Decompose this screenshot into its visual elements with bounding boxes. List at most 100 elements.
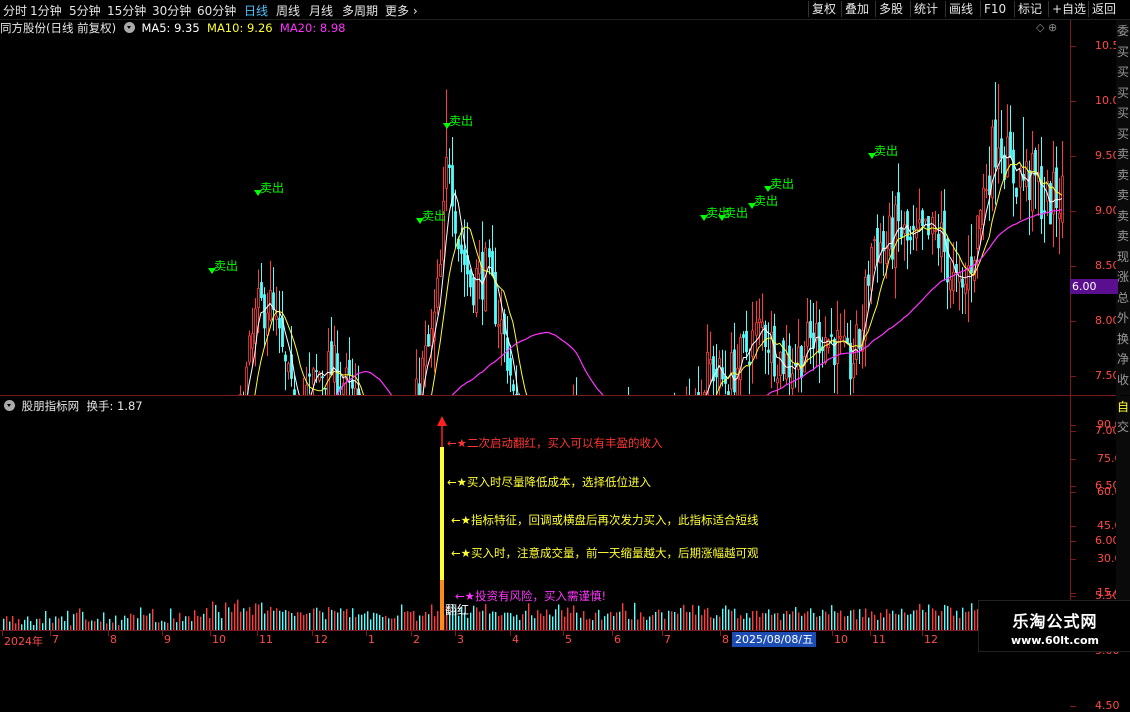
date-axis-label: 10 bbox=[212, 633, 226, 646]
volume-bar bbox=[410, 612, 411, 630]
volume-bar bbox=[346, 609, 347, 630]
candle-body bbox=[959, 273, 961, 282]
volume-bar bbox=[82, 612, 83, 630]
volume-bar bbox=[252, 615, 253, 630]
volume-bar bbox=[431, 604, 432, 630]
candle-body bbox=[355, 388, 357, 395]
sell-label: 卖出 bbox=[770, 177, 794, 191]
toolbar-button[interactable]: 叠加 bbox=[841, 1, 872, 17]
volume-bar bbox=[558, 604, 559, 630]
candle-body bbox=[977, 216, 979, 249]
volume-bar bbox=[847, 616, 848, 630]
period-tab[interactable]: 更多 › bbox=[385, 2, 418, 19]
volume-bar bbox=[516, 615, 517, 630]
candle-body bbox=[777, 379, 779, 383]
quote-side-panel[interactable]: 委买买买买买卖卖卖卖卖现涨总外换净收 bbox=[1116, 20, 1130, 395]
volume-bar bbox=[364, 613, 365, 630]
volume-bar bbox=[804, 613, 805, 630]
volume-bar bbox=[337, 613, 338, 630]
volume-bar bbox=[476, 607, 477, 630]
volume-bar bbox=[482, 611, 483, 630]
indicator-dropdown-icon[interactable] bbox=[124, 22, 135, 33]
candle-body bbox=[935, 230, 937, 231]
period-tab[interactable]: 5分钟 bbox=[69, 2, 101, 19]
volume-bar bbox=[874, 615, 875, 630]
volume-bar bbox=[783, 614, 784, 630]
period-tab[interactable]: 分时 bbox=[3, 2, 27, 19]
volume-bar bbox=[249, 607, 250, 630]
period-tab[interactable]: 月线 bbox=[309, 2, 333, 19]
volume-bar bbox=[106, 623, 107, 630]
candle-body bbox=[710, 359, 712, 363]
sell-label: 卖出 bbox=[754, 194, 778, 208]
volume-bar bbox=[458, 616, 459, 630]
volume-bar bbox=[55, 616, 56, 630]
date-axis-label: 3 bbox=[457, 633, 464, 646]
indicator-annotation: ←★指标特征，回调或横盘后再次发力买入，此指标适合短线 bbox=[451, 512, 758, 528]
toolbar-button[interactable]: 返回 bbox=[1088, 1, 1119, 17]
volume-bar bbox=[765, 613, 766, 630]
volume-bar bbox=[246, 611, 247, 630]
toolbar-button[interactable]: 多股 bbox=[875, 1, 906, 17]
date-axis-label: 7 bbox=[664, 633, 671, 646]
toolbar-button[interactable]: 标记 bbox=[1014, 1, 1045, 17]
period-tab[interactable]: 60分钟 bbox=[197, 2, 236, 19]
candle-body bbox=[932, 217, 934, 233]
candle-body bbox=[853, 364, 855, 378]
volume-bar bbox=[340, 608, 341, 630]
volume-bar bbox=[613, 616, 614, 630]
volume-bar bbox=[473, 606, 474, 630]
volume-bar bbox=[264, 614, 265, 630]
candle-body bbox=[971, 257, 973, 273]
pane-divider[interactable] bbox=[0, 395, 1116, 396]
volume-bar bbox=[932, 608, 933, 630]
volume-bar bbox=[825, 612, 826, 630]
sell-signal-marker: 卖出 bbox=[764, 177, 794, 192]
volume-bar bbox=[64, 621, 65, 630]
period-tab[interactable]: 周线 bbox=[276, 2, 300, 19]
volume-bar bbox=[570, 613, 571, 630]
candle-body bbox=[309, 374, 311, 376]
candle-body bbox=[1026, 162, 1028, 187]
volume-bar bbox=[322, 612, 323, 630]
volume-bar bbox=[728, 609, 729, 630]
volume-bar bbox=[273, 611, 274, 630]
indicator-annotation: ←★买入时，注意成交量，前一天缩量越大，后期涨幅越可观 bbox=[451, 545, 758, 561]
volume-bar bbox=[610, 612, 611, 630]
toolbar-button[interactable]: F10 bbox=[980, 1, 1009, 17]
candlestick-chart[interactable]: 卖出卖出卖出卖出卖出卖出卖出卖出卖出 bbox=[0, 36, 1070, 395]
volume-bar bbox=[537, 610, 538, 630]
date-axis-tick bbox=[257, 631, 258, 636]
volume-bar bbox=[197, 616, 198, 630]
volume-bar bbox=[913, 611, 914, 630]
volume-bar bbox=[194, 610, 195, 630]
toolbar-button[interactable]: 复权 bbox=[808, 1, 839, 17]
candle-body bbox=[962, 279, 964, 287]
sell-label: 卖出 bbox=[449, 114, 473, 128]
volume-bar bbox=[658, 610, 659, 630]
volume-bar bbox=[12, 616, 13, 630]
candle-body bbox=[874, 240, 876, 241]
toolbar-button[interactable]: 统计 bbox=[910, 1, 941, 17]
volume-bar bbox=[759, 617, 760, 630]
chart-option-icons[interactable]: ◇ ⊕ bbox=[1036, 21, 1057, 34]
period-tab[interactable]: 15分钟 bbox=[107, 2, 146, 19]
period-tab[interactable]: 30分钟 bbox=[152, 2, 191, 19]
period-tab[interactable]: 多周期 bbox=[342, 2, 378, 19]
period-tab[interactable]: 日线 bbox=[244, 2, 268, 19]
volume-bar bbox=[416, 621, 417, 630]
volume-bar bbox=[816, 617, 817, 630]
volume-bar bbox=[39, 619, 40, 630]
volume-bar bbox=[507, 613, 508, 630]
candle-body bbox=[334, 346, 336, 383]
date-axis-tick bbox=[612, 631, 613, 636]
volume-bar bbox=[959, 618, 960, 630]
volume-bar bbox=[595, 613, 596, 630]
volume-bar bbox=[504, 613, 505, 630]
quote-side-panel-lower[interactable]: 自交 bbox=[1116, 396, 1130, 628]
toolbar-button[interactable]: +自选 bbox=[1048, 1, 1089, 17]
volume-bar bbox=[822, 610, 823, 630]
toolbar-button[interactable]: 画线 bbox=[945, 1, 976, 17]
period-tab[interactable]: 1分钟 bbox=[30, 2, 62, 19]
volume-bar bbox=[768, 609, 769, 630]
